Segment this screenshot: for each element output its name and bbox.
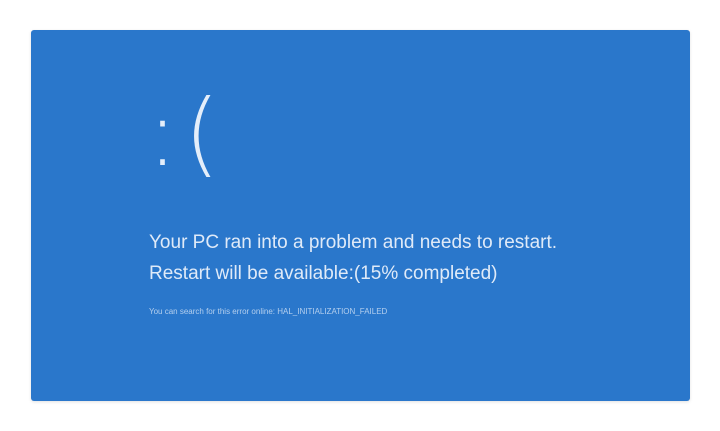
error-message-line-1: Your PC ran into a problem and needs to …: [149, 232, 558, 253]
error-message: Your PC ran into a problem and needs to …: [149, 227, 557, 289]
stop-code-text: You can search for this error online: HA…: [149, 307, 388, 316]
blue-screen: :( Your PC ran into a problem and needs …: [31, 30, 690, 401]
sad-face-emoticon: :(: [147, 80, 226, 187]
restart-progress-text: Restart will be available:(15% completed…: [149, 263, 498, 284]
page: :( Your PC ran into a problem and needs …: [0, 0, 720, 431]
